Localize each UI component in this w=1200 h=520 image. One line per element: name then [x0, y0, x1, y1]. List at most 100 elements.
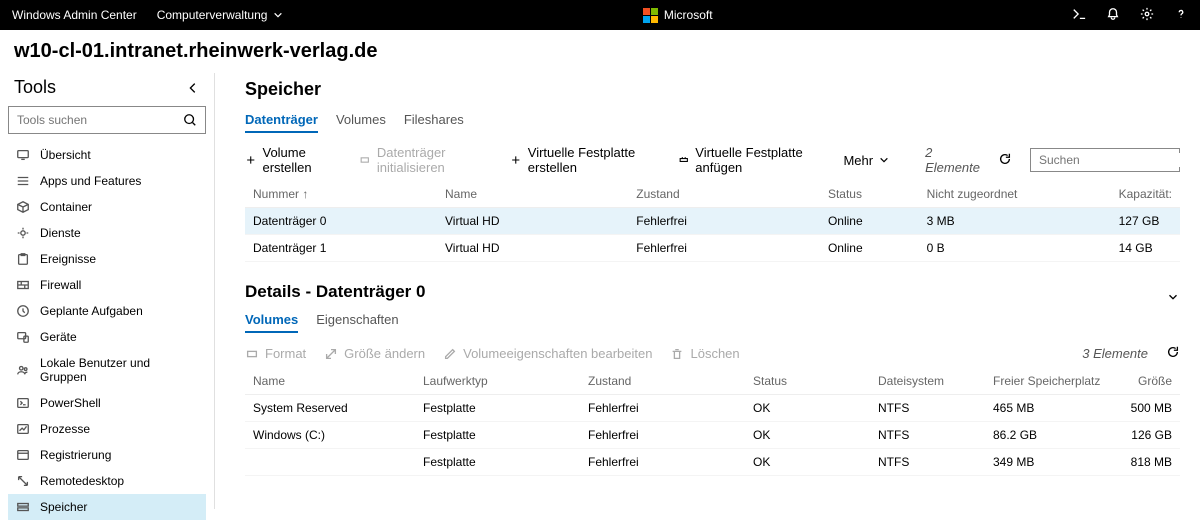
- sidebar-item-label: Registrierung: [40, 448, 111, 462]
- sidebar-item-label: Geräte: [40, 330, 77, 344]
- sidebar-item-apps[interactable]: Apps und Features: [8, 168, 206, 194]
- context-dropdown[interactable]: Computerverwaltung: [157, 8, 284, 22]
- collapse-details-icon[interactable]: [1166, 290, 1180, 304]
- collapse-icon[interactable]: [186, 81, 200, 95]
- settings-icon[interactable]: [1140, 7, 1154, 24]
- vcol-size[interactable]: Größe: [1115, 368, 1180, 395]
- users-icon: [16, 363, 30, 377]
- create-vhd-button[interactable]: Virtuelle Festplatte erstellen: [510, 145, 660, 175]
- sidebar-item-overview[interactable]: Übersicht: [8, 142, 206, 168]
- refresh-volumes-button[interactable]: [1166, 345, 1180, 362]
- search-icon: [183, 113, 197, 127]
- vcol-status[interactable]: Status: [745, 368, 870, 395]
- vcol-type[interactable]: Laufwerktyp: [415, 368, 580, 395]
- sidebar-item-remotedesktop[interactable]: Remotedesktop: [8, 468, 206, 494]
- cell: Fehlerfrei: [580, 422, 745, 449]
- sidebar-item-label: Remotedesktop: [40, 474, 124, 488]
- col-status[interactable]: Status: [820, 181, 919, 208]
- sidebar-item-powershell[interactable]: PowerShell: [8, 390, 206, 416]
- btn-label: Volumeeigenschaften bearbeiten: [463, 346, 652, 361]
- sidebar-item-label: Firewall: [40, 278, 81, 292]
- details-title: Details - Datenträger 0: [245, 282, 425, 302]
- trash-icon: [670, 347, 684, 361]
- sidebar-item-services[interactable]: Dienste: [8, 220, 206, 246]
- topbar: Windows Admin Center Computerverwaltung …: [0, 0, 1200, 30]
- devices-icon: [16, 330, 30, 344]
- refresh-icon: [998, 152, 1012, 166]
- monitor-icon: [16, 148, 30, 162]
- clipboard-icon: [16, 252, 30, 266]
- cell: Online: [820, 208, 919, 235]
- cell: NTFS: [870, 422, 985, 449]
- vcol-state[interactable]: Zustand: [580, 368, 745, 395]
- help-icon[interactable]: [1174, 7, 1188, 24]
- remote-icon: [16, 474, 30, 488]
- disks-search-input[interactable]: [1039, 153, 1194, 167]
- cell: Virtual HD: [437, 208, 628, 235]
- sidebar-item-registry[interactable]: Registrierung: [8, 442, 206, 468]
- sidebar-item-container[interactable]: Container: [8, 194, 206, 220]
- tab-disks[interactable]: Datenträger: [245, 112, 318, 133]
- col-capacity[interactable]: Kapazität:: [1111, 181, 1180, 208]
- table-row[interactable]: Windows (C:) Festplatte Fehlerfrei OK NT…: [245, 422, 1180, 449]
- console-icon[interactable]: [1072, 7, 1086, 24]
- init-disk-button: Datenträger initialisieren: [359, 145, 492, 175]
- storage-tabs: Datenträger Volumes Fileshares: [245, 112, 1180, 133]
- pencil-icon: [443, 347, 457, 361]
- create-volume-button[interactable]: Volume erstellen: [245, 145, 341, 175]
- cell: Fehlerfrei: [580, 395, 745, 422]
- cell: Festplatte: [415, 422, 580, 449]
- disks-toolbar: Volume erstellen Datenträger initialisie…: [245, 145, 1180, 175]
- cell: Windows (C:): [245, 422, 415, 449]
- table-row[interactable]: Datenträger 1 Virtual HD Fehlerfrei Onli…: [245, 235, 1180, 262]
- tab-details-volumes[interactable]: Volumes: [245, 312, 298, 333]
- btn-label: Mehr: [843, 153, 873, 168]
- col-name[interactable]: Name: [437, 181, 628, 208]
- cube-icon: [16, 200, 30, 214]
- context-label: Computerverwaltung: [157, 8, 268, 22]
- sidebar-item-scheduled[interactable]: Geplante Aufgaben: [8, 298, 206, 324]
- tools-search-input[interactable]: [17, 113, 183, 127]
- tools-search[interactable]: [8, 106, 206, 134]
- col-state[interactable]: Zustand: [628, 181, 820, 208]
- resize-icon: [324, 347, 338, 361]
- attach-vhd-button[interactable]: Virtuelle Festplatte anfügen: [678, 145, 826, 175]
- vcol-name[interactable]: Name: [245, 368, 415, 395]
- tab-volumes[interactable]: Volumes: [336, 112, 386, 133]
- sidebar-item-events[interactable]: Ereignisse: [8, 246, 206, 272]
- col-unalloc[interactable]: Nicht zugeordnet: [919, 181, 1111, 208]
- cell: Virtual HD: [437, 235, 628, 262]
- btn-label: Datenträger initialisieren: [377, 145, 492, 175]
- sidebar-item-processes[interactable]: Prozesse: [8, 416, 206, 442]
- disks-table: Nummer ↑ Name Zustand Status Nicht zugeo…: [245, 181, 1180, 262]
- table-row[interactable]: Festplatte Fehlerfrei OK NTFS 349 MB 818…: [245, 449, 1180, 476]
- cell: OK: [745, 449, 870, 476]
- notifications-icon[interactable]: [1106, 7, 1120, 24]
- app-name[interactable]: Windows Admin Center: [12, 8, 137, 22]
- sidebar-item-label: Prozesse: [40, 422, 90, 436]
- list-icon: [16, 174, 30, 188]
- sidebar-item-users[interactable]: Lokale Benutzer und Gruppen: [8, 350, 206, 390]
- sidebar-item-label: PowerShell: [40, 396, 101, 410]
- tab-details-properties[interactable]: Eigenschaften: [316, 312, 398, 333]
- resize-button: Größe ändern: [324, 346, 425, 361]
- brand: Microsoft: [283, 8, 1072, 23]
- cell: 0 B: [919, 235, 1111, 262]
- more-button[interactable]: Mehr: [843, 153, 889, 168]
- col-number[interactable]: Nummer ↑: [245, 181, 437, 208]
- cell: 818 MB: [1115, 449, 1180, 476]
- vcol-free[interactable]: Freier Speicherplatz: [985, 368, 1115, 395]
- details-tabs: Volumes Eigenschaften: [245, 312, 1180, 333]
- volumes-count: 3 Elemente: [1082, 346, 1148, 361]
- refresh-button[interactable]: [998, 152, 1012, 169]
- vcol-fs[interactable]: Dateisystem: [870, 368, 985, 395]
- sidebar-item-storage[interactable]: Speicher: [8, 494, 206, 520]
- page-title: w10-cl-01.intranet.rheinwerk-verlag.de: [0, 30, 1200, 73]
- table-row[interactable]: System Reserved Festplatte Fehlerfrei OK…: [245, 395, 1180, 422]
- content: Speicher Datenträger Volumes Fileshares …: [215, 73, 1200, 509]
- table-row[interactable]: Datenträger 0 Virtual HD Fehlerfrei Onli…: [245, 208, 1180, 235]
- disks-search[interactable]: [1030, 148, 1180, 172]
- sidebar-item-devices[interactable]: Geräte: [8, 324, 206, 350]
- sidebar-item-firewall[interactable]: Firewall: [8, 272, 206, 298]
- tab-fileshares[interactable]: Fileshares: [404, 112, 464, 133]
